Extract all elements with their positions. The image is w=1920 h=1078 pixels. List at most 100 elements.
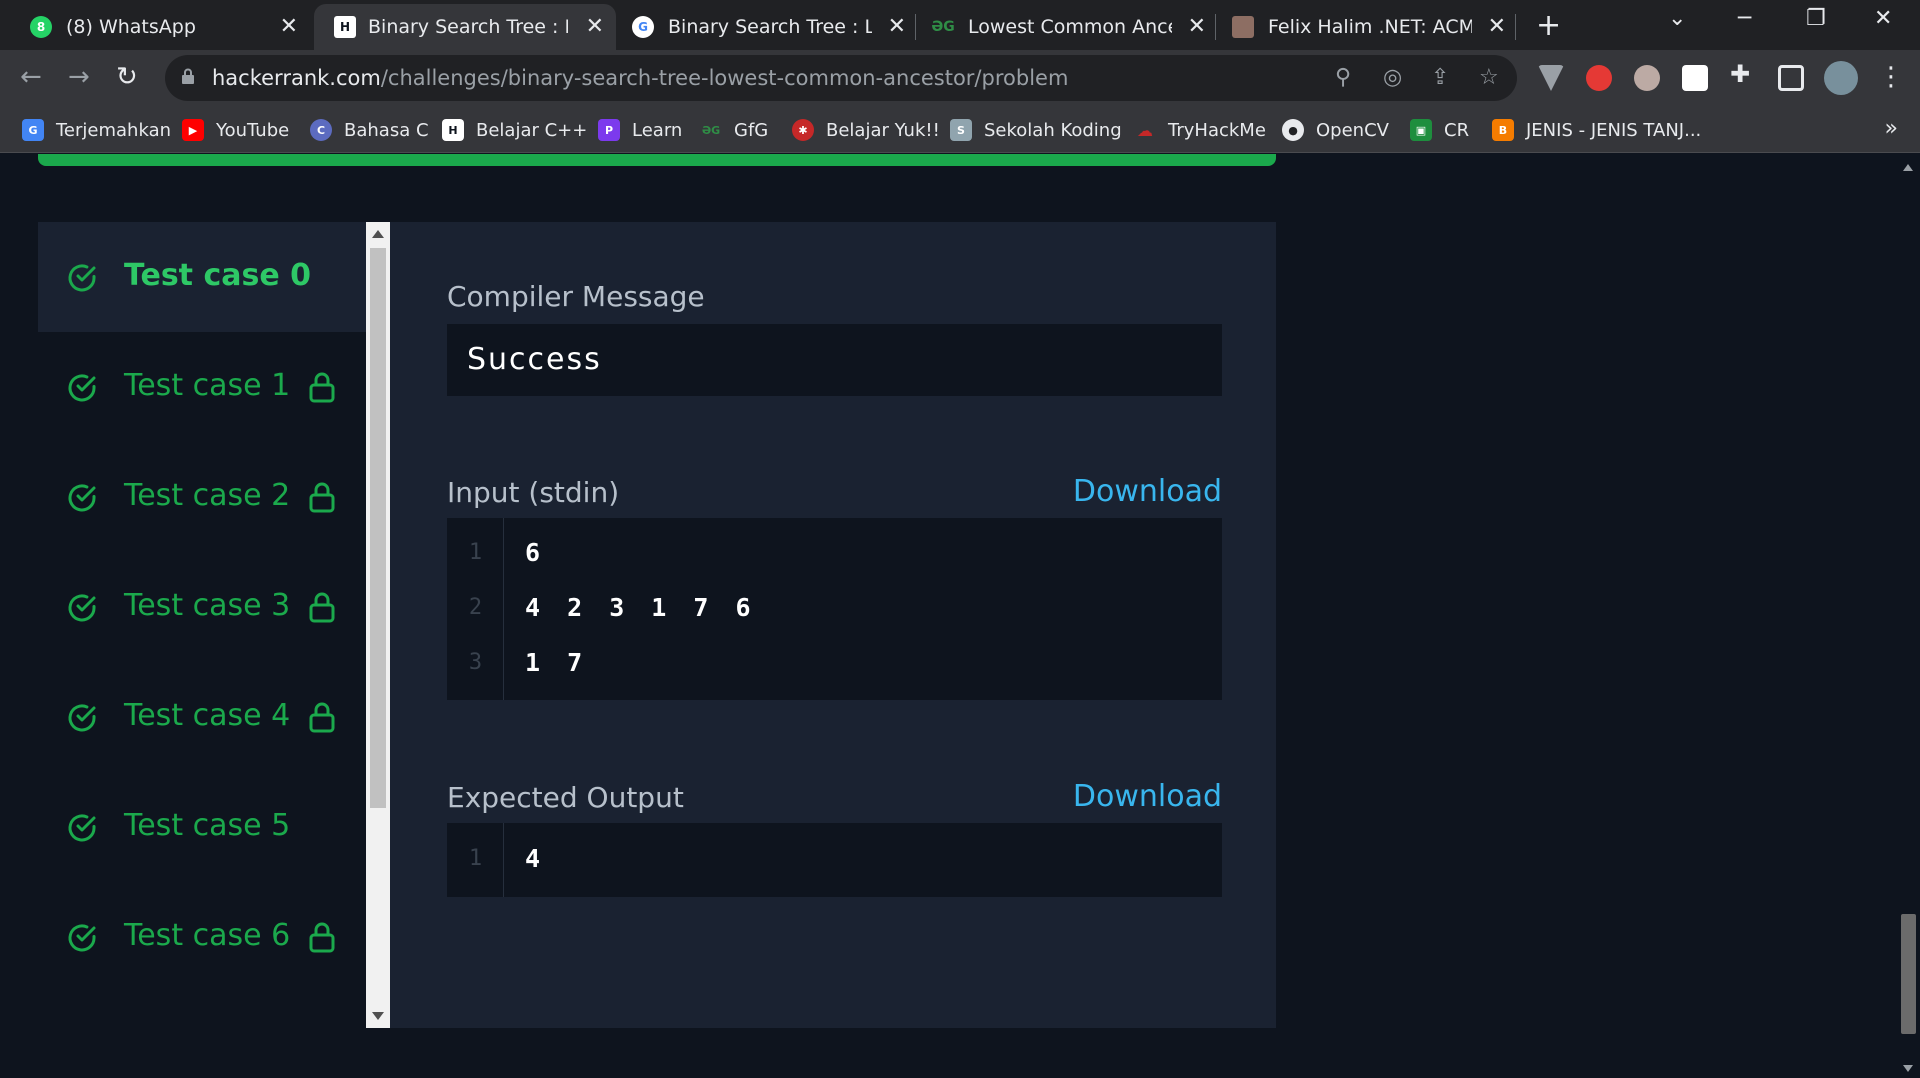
- input-download-link[interactable]: Download: [1073, 474, 1222, 509]
- test-case-2[interactable]: Test case 2: [38, 442, 366, 552]
- classroom-icon: ▣: [1410, 119, 1432, 141]
- expected-output-title: Expected Output: [447, 781, 684, 814]
- line-number: 1: [468, 846, 483, 871]
- bookmark-jenis-jenis[interactable]: B JENIS - JENIS TANJ...: [1492, 116, 1701, 144]
- bookmark-youtube[interactable]: ▶ YouTube: [182, 116, 289, 144]
- test-case-0[interactable]: Test case 0: [38, 222, 366, 332]
- extension-notes-icon[interactable]: [1682, 65, 1708, 91]
- close-tab-icon[interactable]: ✕: [1188, 14, 1206, 39]
- tab-felix-halim[interactable]: Felix Halim .NET: ACM ICP ✕: [1218, 4, 1518, 50]
- zoom-icon[interactable]: ⚲: [1335, 65, 1351, 90]
- bookmarks-bar: G Terjemahkan ▶ YouTube C Bahasa C H Bel…: [0, 106, 1920, 153]
- bookmark-terjemahkan[interactable]: G Terjemahkan: [22, 116, 171, 144]
- test-case-1[interactable]: Test case 1: [38, 332, 366, 442]
- test-case-list-scrollbar[interactable]: [366, 222, 390, 1028]
- tab-title: (8) WhatsApp: [66, 16, 196, 38]
- page-scrollbar-thumb[interactable]: [1901, 914, 1916, 1034]
- reload-button[interactable]: ↻: [116, 62, 138, 92]
- bookmark-label: Terjemahkan: [56, 119, 172, 141]
- profile-photo-icon: [1232, 16, 1254, 38]
- bookmark-belajar-cpp[interactable]: H Belajar C++: [442, 116, 587, 144]
- more-bookmarks-icon[interactable]: »: [1885, 116, 1898, 141]
- sekolah-koding-icon: S: [950, 119, 972, 141]
- tab-search-chevron-icon[interactable]: ⌄: [1668, 6, 1686, 31]
- scroll-down-arrow-icon[interactable]: [1903, 1065, 1913, 1072]
- bookmark-label: Belajar Yuk!!: [826, 119, 940, 141]
- page-scrollbar[interactable]: [1897, 154, 1920, 1078]
- url-text: hackerrank.com/challenges/binary-search-…: [212, 66, 1068, 90]
- bookmark-learn[interactable]: P Learn: [598, 116, 682, 144]
- extensions-puzzle-icon[interactable]: ✚: [1730, 60, 1756, 88]
- hackerrank-icon: H: [334, 16, 356, 38]
- tryhackme-icon: ☁: [1137, 120, 1153, 140]
- github-icon: ●: [1282, 119, 1304, 141]
- bookmark-star-icon[interactable]: ☆: [1479, 65, 1499, 90]
- page-content: Test case 0 Test case 1 Test case 2 Test…: [0, 154, 1897, 1078]
- input-title: Input (stdin): [447, 476, 620, 509]
- close-tab-icon[interactable]: ✕: [280, 14, 298, 39]
- test-case-6[interactable]: Test case 6: [38, 882, 366, 992]
- check-circle-icon: [68, 704, 96, 732]
- input-code-box: 1 6 2 4 2 3 1 7 6 3 1 7: [447, 518, 1222, 700]
- code-line: 2 4 2 3 1 7 6: [447, 581, 1222, 636]
- address-bar[interactable]: hackerrank.com/challenges/binary-search-…: [165, 55, 1517, 101]
- bookmark-bahasa-c[interactable]: C Bahasa C: [310, 116, 429, 144]
- learn-icon: P: [598, 119, 620, 141]
- lock-icon: [309, 922, 335, 953]
- back-button[interactable]: ←: [20, 62, 42, 92]
- tab-binary-search-tree-hackerrank[interactable]: H Binary Search Tree : Lowes ✕: [314, 4, 616, 50]
- code-line: 3 1 7: [447, 636, 1222, 691]
- scroll-up-arrow-icon[interactable]: [1903, 164, 1913, 171]
- code-line: 1 4: [447, 832, 1222, 887]
- test-case-label: Test case 2: [124, 478, 291, 513]
- tab-binary-search-tree-google[interactable]: G Binary Search Tree : Lowe ✕: [618, 4, 918, 50]
- gfg-icon: ƏG: [701, 123, 721, 137]
- browser-tab-strip: 8 (8) WhatsApp ✕ H Binary Search Tree : …: [0, 0, 1920, 50]
- forward-button[interactable]: →: [68, 62, 90, 92]
- tab-lowest-common-ancestor-gfg[interactable]: ƏG Lowest Common Ancesto ✕: [918, 4, 1218, 50]
- google-icon: G: [632, 16, 654, 38]
- scrollbar-thumb[interactable]: [370, 248, 386, 808]
- bookmark-label: CR: [1444, 119, 1470, 141]
- share-icon[interactable]: ⇪: [1431, 65, 1449, 90]
- tab-whatsapp[interactable]: 8 (8) WhatsApp ✕: [0, 4, 310, 50]
- new-tab-button[interactable]: +: [1536, 8, 1561, 43]
- bookmark-sekolah-koding[interactable]: S Sekolah Koding: [950, 116, 1122, 144]
- profile-avatar[interactable]: [1824, 61, 1858, 95]
- lock-icon: [182, 68, 194, 84]
- test-case-3[interactable]: Test case 3: [38, 552, 366, 662]
- minimize-button[interactable]: ─: [1738, 6, 1751, 31]
- whatsapp-icon: 8: [30, 16, 52, 38]
- vimium-extension-icon[interactable]: [1538, 65, 1564, 91]
- bookmark-belajar-yuk[interactable]: ✱ Belajar Yuk!!: [792, 116, 940, 144]
- bookmark-gfg[interactable]: ƏG GfG: [700, 116, 768, 144]
- browser-menu-icon[interactable]: ⋮: [1878, 62, 1904, 92]
- bookmark-cr[interactable]: ▣ CR: [1410, 116, 1469, 144]
- side-panel-icon[interactable]: [1778, 65, 1804, 91]
- expected-output-download-link[interactable]: Download: [1073, 779, 1222, 814]
- test-case-label: Test case 6: [124, 918, 291, 953]
- test-case-5[interactable]: Test case 5: [38, 772, 366, 882]
- restore-button[interactable]: ❐: [1806, 6, 1826, 31]
- check-circle-icon: [68, 594, 96, 622]
- bookmark-label: Belajar C++: [476, 119, 588, 141]
- lock-icon: [309, 592, 335, 623]
- test-case-4[interactable]: Test case 4: [38, 662, 366, 772]
- line-number: 2: [468, 595, 483, 620]
- scroll-up-arrow-icon[interactable]: [372, 230, 384, 238]
- line-number: 3: [468, 650, 483, 675]
- adblock-plus-icon[interactable]: [1586, 65, 1612, 91]
- line-text: 4 2 3 1 7 6: [525, 593, 757, 622]
- extension-face-icon[interactable]: [1634, 65, 1660, 91]
- close-window-button[interactable]: ✕: [1874, 6, 1892, 31]
- bookmark-tryhackme[interactable]: ☁ TryHackMe: [1134, 116, 1266, 144]
- close-tab-icon[interactable]: ✕: [888, 14, 906, 39]
- scroll-down-arrow-icon[interactable]: [372, 1012, 384, 1020]
- close-tab-icon[interactable]: ✕: [586, 14, 604, 39]
- tab-title: Binary Search Tree : Lowe: [668, 16, 872, 38]
- test-case-label: Test case 4: [124, 698, 291, 733]
- close-tab-icon[interactable]: ✕: [1488, 14, 1506, 39]
- bookmark-opencv[interactable]: ● OpenCV: [1282, 116, 1389, 144]
- tracking-protection-icon[interactable]: ◎: [1383, 65, 1402, 90]
- hackerrank-icon: H: [442, 119, 464, 141]
